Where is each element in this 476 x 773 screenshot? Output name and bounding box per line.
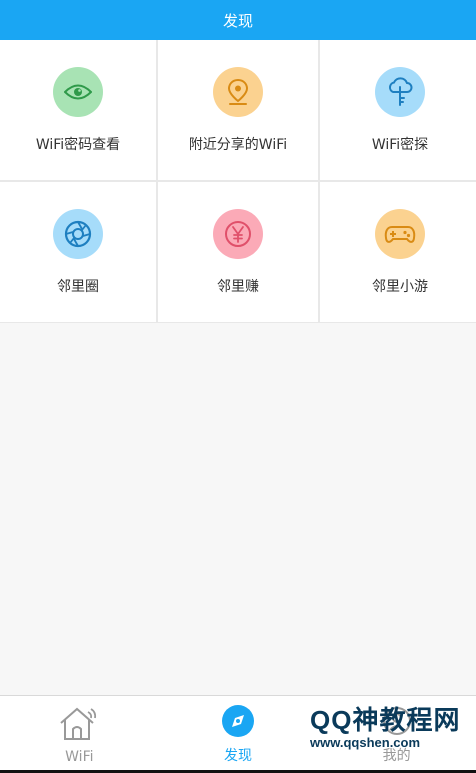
page-title: 发现 xyxy=(222,11,253,30)
tab-label: WiFi xyxy=(65,749,94,765)
tile-wifi-detective[interactable]: WiFi密探 xyxy=(320,40,476,180)
discover-icon xyxy=(216,699,260,743)
tile-neighborhood-earn[interactable]: 邻里赚 xyxy=(158,182,318,322)
empty-content-area xyxy=(0,323,476,693)
tile-label: 附近分享的WiFi xyxy=(188,137,288,153)
watermark-url: www.qqshen.com xyxy=(310,735,421,750)
yen-coin-icon xyxy=(213,209,263,259)
top-bar: 发现 xyxy=(0,0,476,40)
tile-label: 邻里小游 xyxy=(372,279,428,295)
watermark: QQ神教程网 www.qqshen.com xyxy=(310,700,460,750)
tile-label: 邻里赚 xyxy=(217,279,259,295)
cloud-key-icon xyxy=(375,67,425,117)
home-wifi-icon xyxy=(57,703,101,747)
feature-grid: WiFi密码查看 附近分享的WiFi WiFi密探 邻里圈 邻里赚 邻里小游 xyxy=(0,40,476,323)
gamepad-icon xyxy=(375,209,425,259)
watermark-title: QQ神教程网 xyxy=(310,705,461,735)
tile-label: WiFi密探 xyxy=(371,137,429,153)
tile-nearby-shared-wifi[interactable]: 附近分享的WiFi xyxy=(158,40,318,180)
tile-label: 邻里圈 xyxy=(57,279,99,295)
tile-neighborhood-games[interactable]: 邻里小游 xyxy=(320,182,476,322)
tile-label: WiFi密码查看 xyxy=(35,137,121,153)
tile-wifi-password-view[interactable]: WiFi密码查看 xyxy=(0,40,156,180)
tile-neighborhood-circle[interactable]: 邻里圈 xyxy=(0,182,156,322)
eye-icon xyxy=(53,67,103,117)
tab-label: 发现 xyxy=(223,748,252,764)
tab-wifi[interactable]: WiFi xyxy=(0,696,159,773)
tab-discover[interactable]: 发现 xyxy=(159,696,318,773)
aperture-icon xyxy=(53,209,103,259)
location-pin-icon xyxy=(213,67,263,117)
